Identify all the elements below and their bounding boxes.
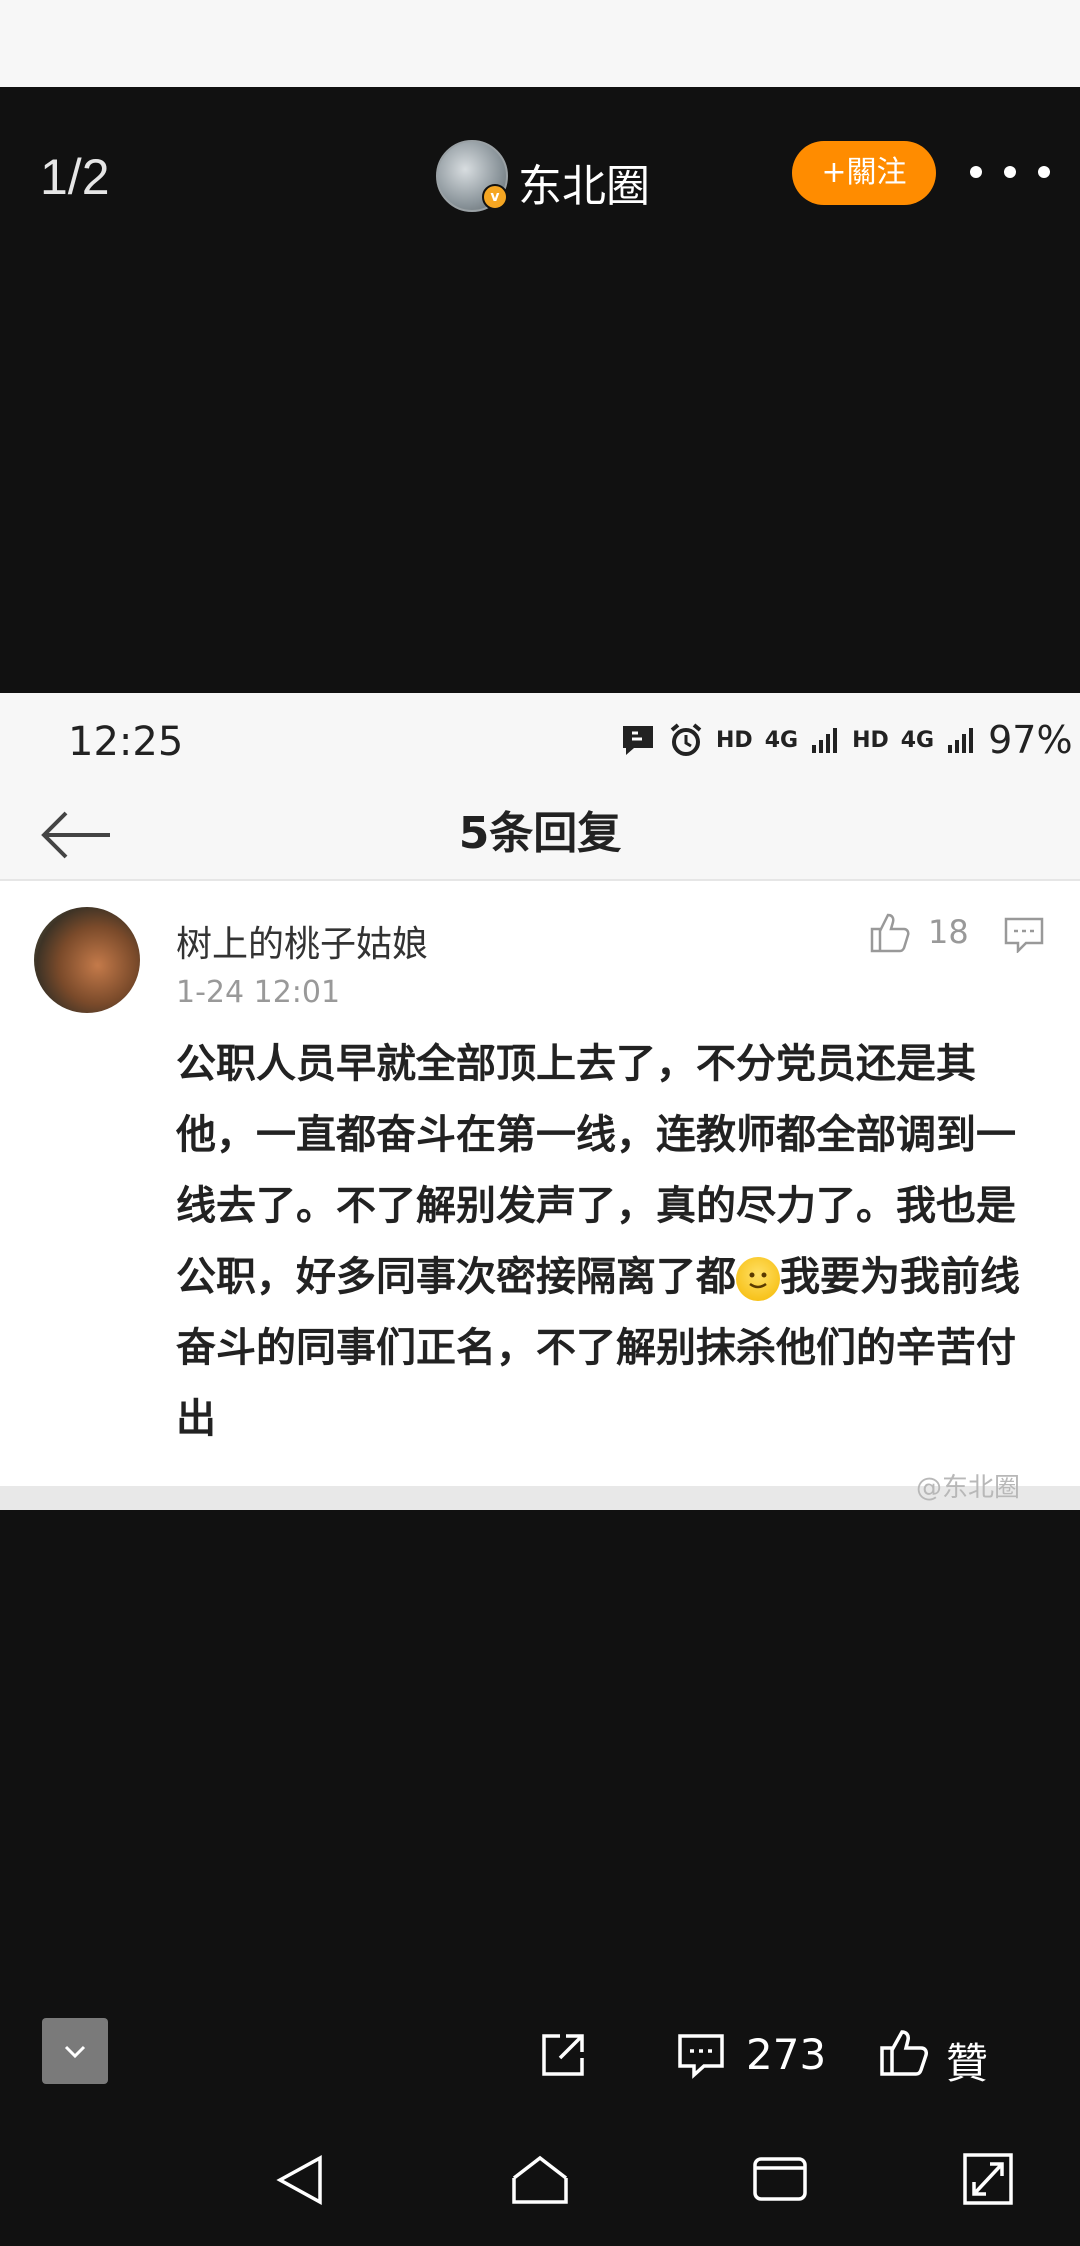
comment-text: 公职人员早就全部顶上去了，不分党员还是其他，一直都奋斗在第一线，连教师都全部调到…: [176, 1029, 1046, 1455]
expand-icon[interactable]: [962, 2152, 1014, 2206]
comment-like-count: 18: [928, 913, 969, 951]
page-title: 5条回复: [458, 808, 622, 859]
like-icon[interactable]: [878, 2028, 928, 2078]
reply-comment-icon[interactable]: [1004, 917, 1044, 953]
hd-label-1: HD: [716, 727, 753, 753]
message-icon: [623, 726, 653, 755]
network-label-2: 4G: [900, 727, 935, 753]
alarm-icon: [670, 723, 702, 756]
comment-count[interactable]: 273: [746, 2030, 826, 2079]
status-icons: HD 4G HD 4G 97%: [620, 715, 1080, 765]
status-bar: 12:25 HD 4G HD 4G 97%: [0, 693, 1080, 789]
page-indicator: 1/2: [40, 149, 110, 205]
comment-time: 1-24 12:01: [176, 975, 341, 1010]
home-icon[interactable]: [510, 2154, 570, 2206]
collapse-dropdown-button[interactable]: [42, 2018, 108, 2084]
back-icon[interactable]: [276, 2154, 326, 2206]
commenter-name[interactable]: 树上的桃子姑娘: [176, 915, 428, 967]
like-label[interactable]: 贊: [946, 2030, 988, 2091]
commenter-avatar[interactable]: [34, 907, 140, 1013]
verified-badge-icon: v: [482, 184, 508, 210]
network-label-1: 4G: [764, 727, 799, 753]
weibo-watermark: @东北圈: [916, 1473, 1021, 1503]
back-arrow-icon[interactable]: [40, 809, 112, 861]
comment-item: 树上的桃子姑娘 1-24 12:01 18 公职人员早就全部顶上去了，不分党员还…: [0, 881, 1080, 1481]
signal-icon-1: [812, 728, 838, 753]
comment-icon[interactable]: [676, 2030, 726, 2080]
author-name[interactable]: 东北圈: [518, 150, 650, 214]
share-icon[interactable]: [538, 2030, 588, 2080]
signal-icon-2: [948, 728, 974, 753]
recent-apps-icon[interactable]: [752, 2156, 808, 2202]
hd-label-2: HD: [852, 727, 889, 753]
top-strip: [0, 0, 1080, 87]
smile-emoji-icon: [736, 1257, 780, 1301]
post-image[interactable]: 12:25 HD 4G HD 4G 97% 5条回复 树上的桃子姑娘 1-24 …: [0, 693, 1080, 1510]
battery-level: 97%: [988, 718, 1073, 762]
more-options-icon[interactable]: [970, 160, 1050, 184]
reply-nav-bar: 5条回复: [0, 789, 1080, 881]
system-navigation-bar: [0, 2140, 1080, 2246]
follow-button[interactable]: +關注: [792, 141, 936, 205]
thumbs-up-icon[interactable]: [868, 911, 912, 955]
status-time: 12:25: [68, 719, 184, 765]
chevron-down-icon: [64, 2045, 86, 2059]
